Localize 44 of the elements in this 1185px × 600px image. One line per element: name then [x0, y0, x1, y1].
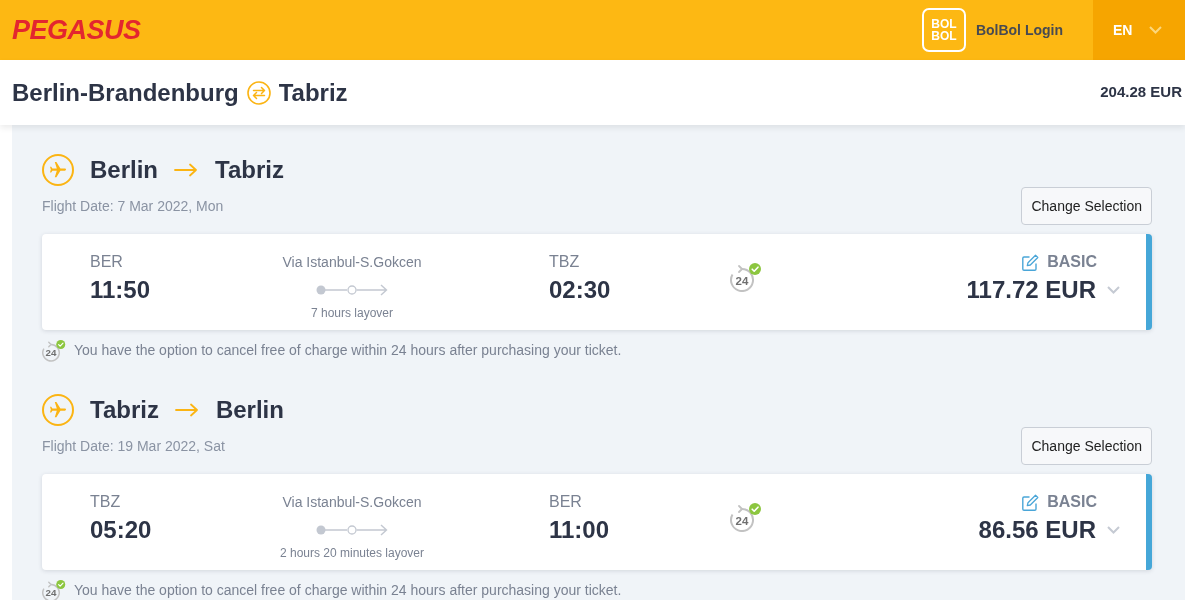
route-stops-icon — [316, 284, 388, 296]
swap-arrows-icon — [246, 80, 271, 105]
arrival-code: TBZ — [549, 252, 581, 272]
airplane-icon — [42, 154, 74, 186]
brand-logo[interactable]: PEGASUS — [12, 16, 141, 44]
arrow-icon — [174, 163, 198, 177]
origin-city: Berlin-Brandenburg — [12, 77, 239, 108]
change-selection-button[interactable]: Change Selection — [1021, 427, 1152, 465]
departure-code: TBZ — [90, 492, 122, 512]
total-price: 204.28 EUR — [1100, 82, 1182, 103]
edit-icon — [1022, 493, 1040, 511]
arrival-code: BER — [549, 492, 583, 512]
route-stops-icon — [316, 524, 388, 536]
route-destination: Berlin — [215, 398, 284, 422]
loyalty-logo: BOL BOL — [921, 8, 966, 52]
change-selection-button[interactable]: Change Selection — [1021, 187, 1152, 225]
arrow-icon — [174, 403, 199, 417]
departure-time: 11:50 — [90, 276, 152, 304]
route-destination: Tabriz — [215, 158, 284, 182]
cancellation-note: You have the option to cancel free of charge within 24 hours after purchasing your ticket. — [74, 340, 622, 360]
arrival-time: 11:00 — [549, 516, 611, 544]
layover-duration: 7 hours layover — [310, 305, 393, 321]
route-origin: Tabriz — [90, 398, 159, 422]
chevron-down-icon[interactable] — [1107, 286, 1120, 294]
layover-duration: 2 hours 20 minutes layover — [279, 545, 425, 561]
flight-price: 117.72 EUR — [966, 276, 1096, 304]
departure-code: BER — [90, 252, 124, 272]
flight-price: 86.56 EUR — [978, 516, 1096, 544]
flight-date: Flight Date: 7 Mar 2022, Mon — [42, 196, 224, 216]
cancellation-note: You have the option to cancel free of charge within 24 hours after purchasing your ticket. — [74, 580, 622, 600]
chevron-down-icon[interactable] — [1107, 526, 1120, 534]
destination-city: Tabriz — [278, 77, 348, 108]
airplane-icon — [42, 394, 74, 426]
chevron-down-icon — [1149, 26, 1163, 34]
flight-date: Flight Date: 19 Mar 2022, Sat — [42, 436, 225, 456]
login-link[interactable]: BolBol Login — [975, 19, 1063, 41]
fare-type: BASIC — [1047, 252, 1097, 272]
connection-airport: Via Istanbul-S.Gokcen — [282, 253, 422, 272]
arrival-time: 02:30 — [549, 276, 612, 304]
departure-time: 05:20 — [90, 516, 153, 544]
connection-airport: Via Istanbul-S.Gokcen — [282, 493, 422, 512]
edit-icon — [1022, 253, 1040, 271]
route-origin: Berlin — [90, 158, 158, 182]
fare-type: BASIC — [1047, 492, 1097, 512]
